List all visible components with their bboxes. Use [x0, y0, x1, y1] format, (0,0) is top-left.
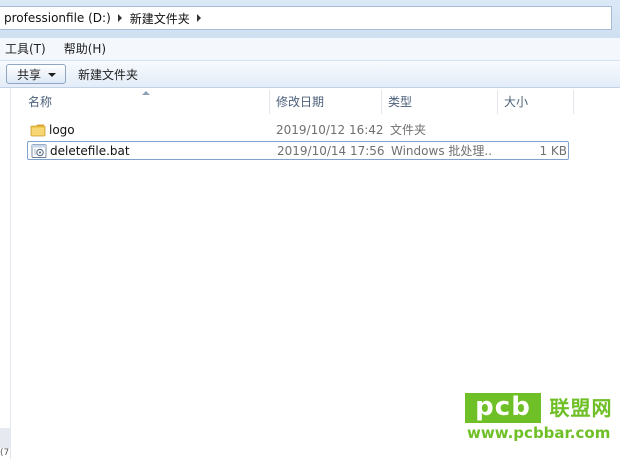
file-size [507, 121, 566, 140]
column-header-size-label: 大小 [504, 95, 529, 109]
file-name: logo [49, 123, 75, 137]
watermark-brand-cn: 联盟网 [549, 396, 613, 420]
menu-bar: 工具(T) 帮助(H) [0, 38, 620, 60]
share-button[interactable]: 共享 [6, 64, 67, 84]
file-name: deletefile.bat [50, 144, 130, 158]
column-header-date[interactable]: 修改日期 [270, 90, 382, 114]
breadcrumb-chevron-icon[interactable] [117, 14, 122, 22]
watermark-brand: pcb [465, 393, 541, 423]
column-header-name[interactable]: 名称 [22, 90, 270, 114]
file-type: Windows 批处理... [391, 144, 491, 158]
breadcrumb-drive[interactable]: professionfile (D:) [4, 11, 111, 25]
address-bar-area: professionfile (D:) 新建文件夹 [0, 0, 620, 38]
file-row-logo[interactable]: logo 2019/10/12 16:42 文件夹 [27, 121, 569, 140]
dropdown-arrow-icon [48, 72, 57, 77]
navigation-pane-edge[interactable] [0, 88, 11, 459]
status-bar-text: (7 [0, 448, 10, 458]
menu-help[interactable]: 帮助(H) [59, 38, 111, 60]
command-bar: 共享 新建文件夹 [0, 60, 620, 88]
file-date: 2019/10/14 17:56 [277, 144, 385, 158]
breadcrumb-chevron-icon[interactable] [196, 14, 201, 22]
share-button-label: 共享 [17, 67, 42, 82]
file-row-deletefile[interactable]: deletefile.bat 2019/10/14 17:56 Windows … [27, 141, 569, 160]
file-size: 1 KB [539, 144, 567, 158]
navigation-pane-scroll-area[interactable] [0, 428, 11, 448]
column-header-size[interactable]: 大小 [498, 90, 574, 114]
sort-ascending-icon [142, 91, 150, 95]
menu-tools[interactable]: 工具(T) [0, 38, 51, 60]
file-type: 文件夹 [390, 123, 427, 137]
file-date: 2019/10/12 16:42 [276, 123, 384, 137]
column-header-date-label: 修改日期 [276, 95, 325, 109]
column-header-type[interactable]: 类型 [382, 90, 498, 114]
column-header-name-label: 名称 [28, 95, 53, 109]
folder-icon [30, 124, 46, 137]
column-headers: 名称 修改日期 类型 大小 [22, 90, 620, 114]
watermark-url: www.pcbbar.com [467, 424, 611, 442]
address-bar[interactable]: professionfile (D:) 新建文件夹 [0, 6, 612, 30]
breadcrumb-folder[interactable]: 新建文件夹 [130, 10, 190, 27]
column-header-type-label: 类型 [388, 95, 413, 109]
watermark-logo: pcb 联盟网 www.pcbbar.com [459, 387, 619, 447]
batch-file-icon [31, 144, 47, 158]
explorer-window: professionfile (D:) 新建文件夹 工具(T) 帮助(H) 共享… [0, 0, 620, 459]
new-folder-button[interactable]: 新建文件夹 [78, 66, 138, 83]
